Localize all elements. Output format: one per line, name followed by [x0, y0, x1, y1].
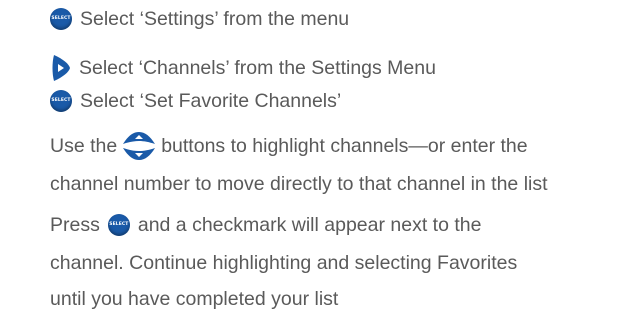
step-5-line-1: Press SELECT and a checkmark will appear…	[50, 213, 481, 237]
step-5-line-3: until you have completed your list	[50, 287, 338, 311]
step-5-line-2: channel. Continue highlighting and selec…	[50, 251, 517, 275]
step-4-line-2: channel number to move directly to that …	[50, 172, 548, 196]
select-button-icon: SELECT	[50, 90, 72, 112]
step-1-text: Select ‘Settings’ from the menu	[80, 8, 350, 30]
step-4-after-text: buttons to highlight channels—or enter t…	[161, 135, 528, 157]
step-4-line-1: Use the buttons to highlight channels—or…	[50, 131, 528, 161]
select-button-icon: SELECT	[107, 214, 130, 236]
right-arrow-button-icon	[52, 55, 70, 81]
step-3-text: Select ‘Set Favorite Channels’	[80, 90, 342, 112]
step-2-text: Select ‘Channels’ from the Settings Menu	[79, 57, 436, 79]
step-5-after-text: and a checkmark will appear next to the	[137, 214, 482, 236]
step-4-before-text: Use the	[50, 135, 118, 157]
step-5-line-2-text: channel. Continue highlighting and selec…	[50, 252, 518, 274]
select-button-icon: SELECT	[50, 8, 72, 30]
up-down-arrows-icon	[123, 132, 156, 160]
step-4-line-2-text: channel number to move directly to that …	[50, 173, 548, 195]
step-2: Select ‘Channels’ from the Settings Menu	[51, 54, 436, 82]
step-5-before-text: Press	[50, 214, 100, 236]
step-3: SELECT Select ‘Set Favorite Channels’	[50, 89, 341, 113]
step-5-line-3-text: until you have completed your list	[50, 288, 339, 310]
step-1: SELECT Select ‘Settings’ from the menu	[50, 7, 349, 31]
